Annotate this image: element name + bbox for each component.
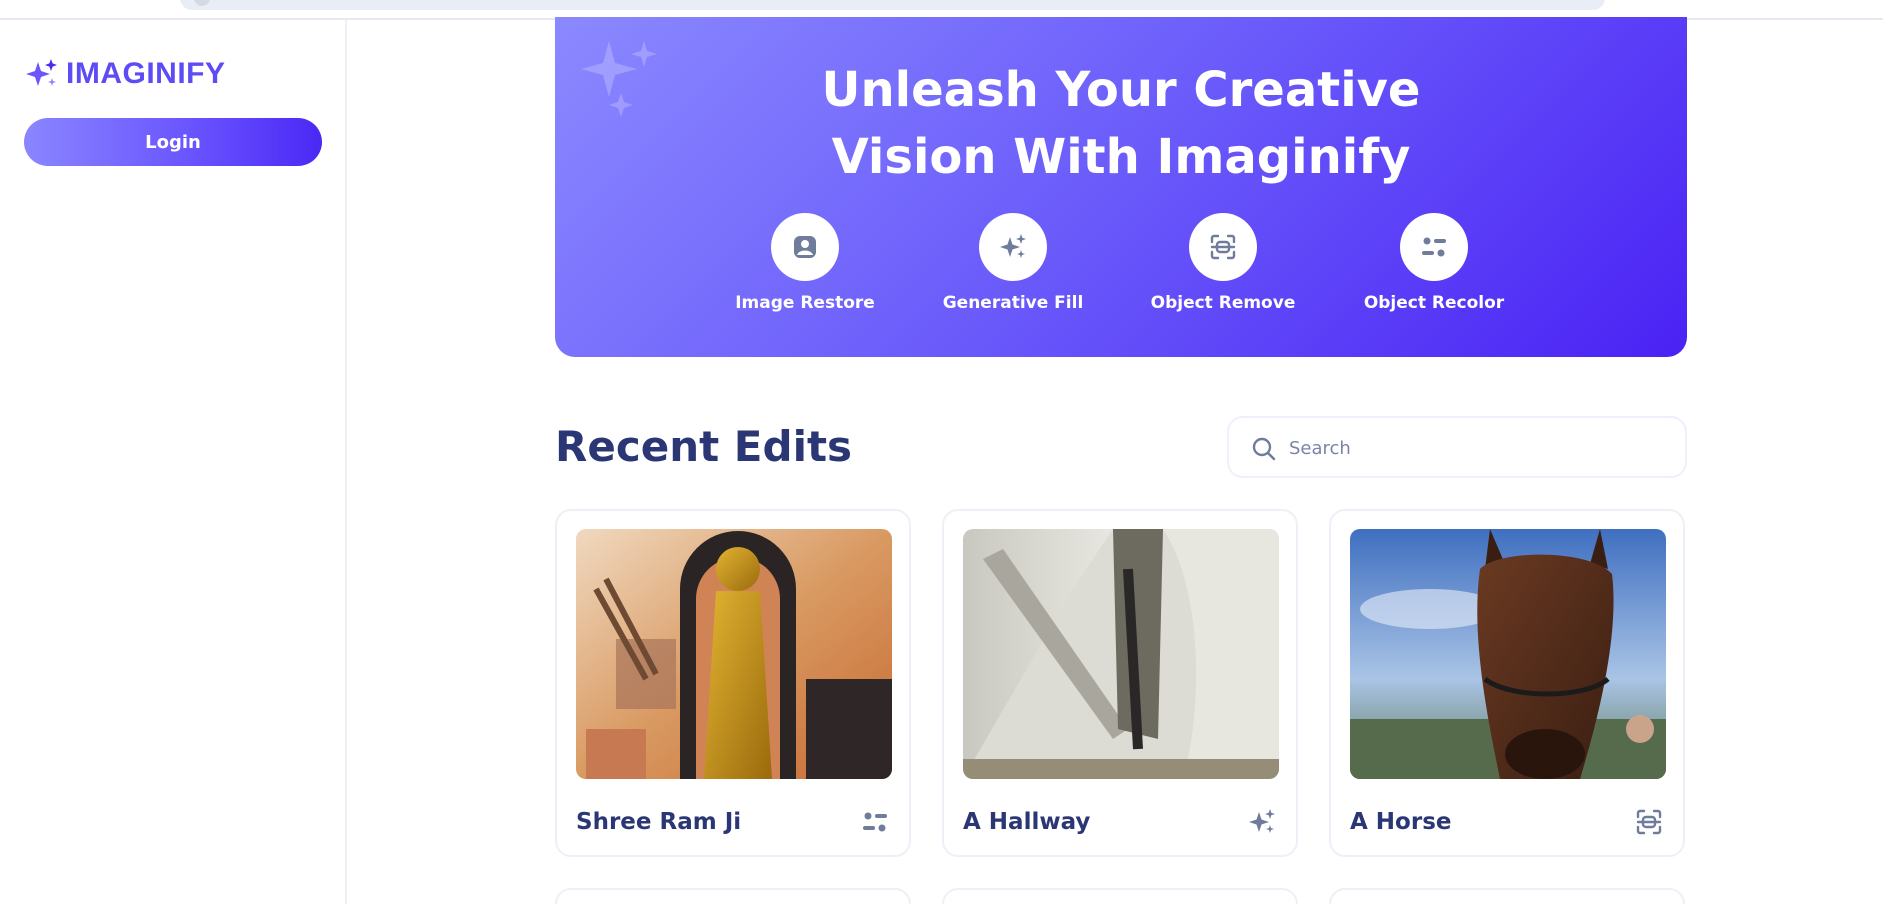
sparkles-icon bbox=[1249, 809, 1275, 833]
hero-title: Unleash Your Creative Vision With Imagin… bbox=[555, 57, 1687, 191]
tool-object-recolor[interactable]: Object Recolor bbox=[1339, 213, 1529, 313]
edit-card[interactable]: Shree Ram Ji bbox=[555, 509, 911, 857]
sparkles-logo-icon bbox=[26, 59, 57, 86]
thumbnail-image bbox=[1350, 529, 1666, 779]
edit-thumbnail[interactable] bbox=[576, 529, 892, 779]
scan-icon bbox=[1636, 809, 1662, 835]
hero-title-line-1: Unleash Your Creative bbox=[821, 62, 1421, 118]
filter-icon bbox=[863, 812, 887, 832]
brand-logo[interactable]: IMAGINIFY bbox=[24, 56, 226, 92]
recent-edits-title: Recent Edits bbox=[555, 422, 853, 471]
tool-label: Object Recolor bbox=[1363, 293, 1505, 313]
tool-image-restore[interactable]: Image Restore bbox=[710, 213, 900, 313]
tool-shortcuts: Image Restore Generative Fill Object Rem… bbox=[555, 213, 1687, 323]
hero-title-line-2: Vision With Imaginify bbox=[831, 129, 1411, 185]
edit-card[interactable]: A Horse bbox=[1329, 509, 1685, 857]
thumbnail-image bbox=[963, 529, 1279, 779]
tool-object-remove[interactable]: Object Remove bbox=[1128, 213, 1318, 313]
edit-card-partial[interactable] bbox=[942, 888, 1298, 904]
edit-card-title: A Horse bbox=[1350, 809, 1452, 835]
tool-circle[interactable] bbox=[1189, 213, 1257, 281]
tool-generative-fill[interactable]: Generative Fill bbox=[918, 213, 1108, 313]
tool-label: Generative Fill bbox=[942, 293, 1084, 313]
search-icon bbox=[1252, 437, 1276, 461]
tool-circle[interactable] bbox=[979, 213, 1047, 281]
scan-icon bbox=[1210, 234, 1236, 260]
search-input[interactable] bbox=[1289, 428, 1669, 468]
edit-card[interactable]: A Hallway bbox=[942, 509, 1298, 857]
edit-card-title: Shree Ram Ji bbox=[576, 809, 742, 835]
hero-banner: Unleash Your Creative Vision With Imagin… bbox=[555, 17, 1687, 357]
edit-thumbnail[interactable] bbox=[963, 529, 1279, 779]
login-button[interactable]: Login bbox=[24, 118, 322, 166]
edit-thumbnail[interactable] bbox=[1350, 529, 1666, 779]
edit-card-title: A Hallway bbox=[963, 809, 1091, 835]
filter-icon bbox=[1422, 237, 1446, 257]
edit-card-partial[interactable] bbox=[1329, 888, 1685, 904]
edit-card-partial[interactable] bbox=[555, 888, 911, 904]
address-bar-icon bbox=[194, 0, 210, 6]
thumbnail-image bbox=[576, 529, 892, 779]
tool-circle[interactable] bbox=[1400, 213, 1468, 281]
address-bar[interactable] bbox=[180, 0, 1605, 10]
sparkles-icon bbox=[1000, 234, 1026, 258]
brand-name: IMAGINIFY bbox=[66, 57, 226, 90]
image-restore-icon bbox=[794, 236, 816, 258]
tool-label: Image Restore bbox=[735, 293, 875, 313]
sidebar: IMAGINIFY Login bbox=[0, 20, 347, 904]
tool-circle[interactable] bbox=[771, 213, 839, 281]
search-box[interactable] bbox=[1227, 416, 1687, 478]
tool-label: Object Remove bbox=[1150, 293, 1296, 313]
